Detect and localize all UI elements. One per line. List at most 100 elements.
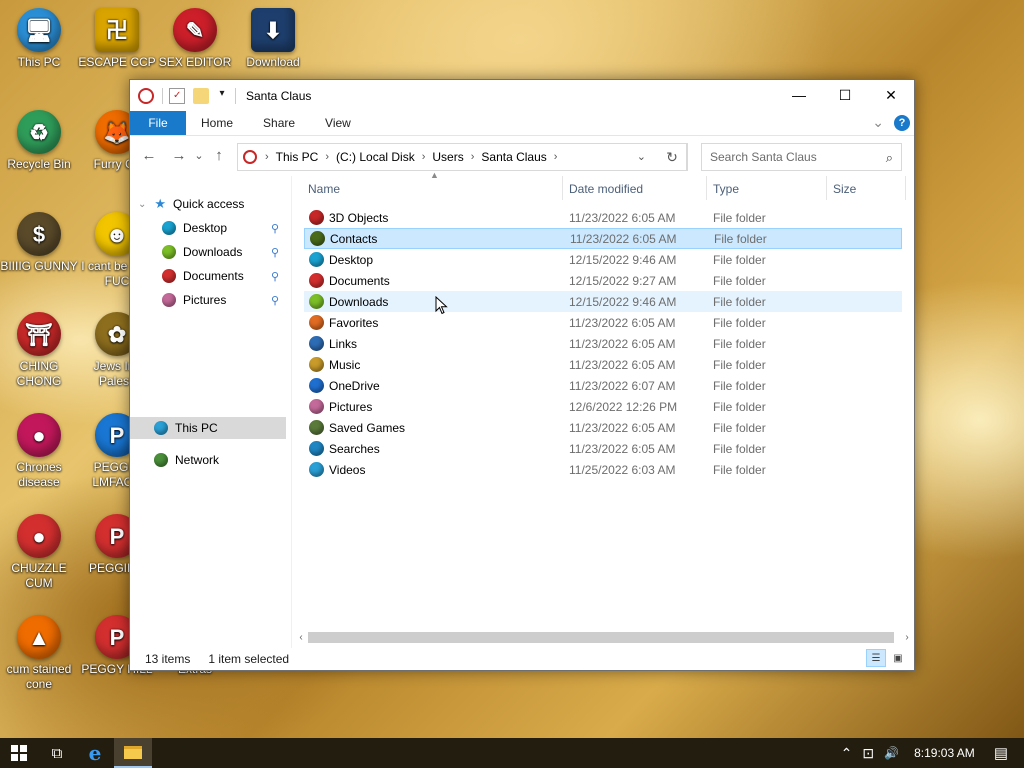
expand-chevron-icon[interactable]: ⌄ bbox=[138, 199, 146, 210]
file-row[interactable]: Videos 11/25/2022 6:03 AM File folder bbox=[304, 459, 902, 480]
desktop-icon[interactable]: $ BIIIIG GUNNY bbox=[0, 212, 78, 274]
folder-icon bbox=[310, 231, 325, 246]
breadcrumb-santa-claus[interactable]: Santa Claus bbox=[476, 150, 551, 164]
file-type: File folder bbox=[713, 252, 766, 267]
close-button[interactable]: ✕ bbox=[868, 80, 914, 110]
file-row[interactable]: Saved Games 11/23/2022 6:05 AM File folder bbox=[304, 417, 902, 438]
breadcrumb-separator-icon[interactable]: › bbox=[263, 151, 271, 163]
column-type[interactable]: Type bbox=[713, 182, 739, 196]
expand-ribbon-chevron-icon[interactable]: ⌄ bbox=[872, 114, 884, 131]
action-center-icon[interactable]: ▤ bbox=[989, 744, 1024, 762]
recent-locations-chevron-icon[interactable]: ⌄ bbox=[192, 143, 206, 169]
breadcrumb-separator-icon[interactable]: › bbox=[420, 151, 428, 163]
folder-icon bbox=[162, 245, 176, 259]
pin-icon[interactable]: ⚲ bbox=[271, 246, 279, 259]
file-row[interactable]: 3D Objects 11/23/2022 6:05 AM File folder bbox=[304, 207, 902, 228]
breadcrumb-separator-icon[interactable]: › bbox=[469, 151, 477, 163]
column-size[interactable]: Size bbox=[833, 182, 856, 196]
file-name: Favorites bbox=[329, 315, 379, 330]
pin-icon[interactable]: ⚲ bbox=[271, 270, 279, 283]
nav-pinned-desktop[interactable]: Desktop ⚲ bbox=[162, 217, 279, 239]
file-row[interactable]: OneDrive 11/23/2022 6:07 AM File folder bbox=[304, 375, 902, 396]
file-row[interactable]: Favorites 11/23/2022 6:05 AM File folder bbox=[304, 312, 902, 333]
maximize-button[interactable]: ☐ bbox=[822, 80, 868, 110]
file-row[interactable]: Searches 11/23/2022 6:05 AM File folder bbox=[304, 438, 902, 459]
breadcrumb-users[interactable]: Users bbox=[427, 150, 468, 164]
file-row[interactable]: Links 11/23/2022 6:05 AM File folder bbox=[304, 333, 902, 354]
file-row[interactable]: Downloads 12/15/2022 9:46 AM File folder bbox=[304, 291, 902, 312]
pin-icon[interactable]: ⚲ bbox=[271, 222, 279, 235]
breadcrumb-separator-icon[interactable]: › bbox=[323, 151, 331, 163]
scroll-track[interactable] bbox=[308, 629, 900, 646]
breadcrumb-separator-icon[interactable]: › bbox=[552, 151, 560, 163]
task-view-button[interactable]: ⧉ bbox=[38, 738, 76, 768]
address-bar[interactable]: › This PC › (C:) Local Disk › Users › Sa… bbox=[237, 143, 687, 171]
folder-app-icon[interactable] bbox=[138, 87, 154, 104]
file-name: OneDrive bbox=[329, 378, 380, 393]
search-icon[interactable]: ⌕ bbox=[886, 150, 893, 166]
up-button[interactable]: ↑ bbox=[206, 143, 232, 169]
properties-icon[interactable]: ✓ bbox=[169, 87, 185, 104]
tab-share[interactable]: Share bbox=[248, 111, 310, 135]
file-list-pane: ▲ Name Date modified Type Size 3D Object… bbox=[300, 170, 914, 648]
scroll-thumb[interactable] bbox=[308, 632, 894, 643]
tab-view[interactable]: View bbox=[310, 111, 366, 135]
large-icons-view-icon[interactable]: ▣ bbox=[888, 649, 908, 667]
address-dropdown-chevron-icon[interactable]: ⌄ bbox=[637, 150, 646, 163]
file-explorer-taskbar-button[interactable] bbox=[114, 738, 152, 768]
desktop-icon[interactable]: ● Chrones disease bbox=[0, 413, 78, 490]
desktop-icon-image: ▲ bbox=[17, 615, 61, 659]
search-input[interactable]: Search Santa Claus ⌕ bbox=[701, 143, 902, 171]
volume-icon[interactable]: 🔊 bbox=[879, 746, 904, 760]
new-folder-icon[interactable] bbox=[193, 87, 209, 104]
desktop-icon[interactable]: 🖥 This PC bbox=[0, 8, 78, 70]
help-icon[interactable]: ? bbox=[894, 114, 910, 131]
refresh-button[interactable]: ↻ bbox=[657, 143, 688, 171]
column-divider[interactable] bbox=[905, 176, 906, 200]
desktop-icon[interactable]: 卍 ESCAPE CCP bbox=[78, 8, 156, 70]
pin-icon[interactable]: ⚲ bbox=[271, 294, 279, 307]
file-row[interactable]: Contacts 11/23/2022 6:05 AM File folder bbox=[304, 228, 902, 249]
details-view-icon[interactable]: ☰ bbox=[866, 649, 886, 667]
nav-pinned-pictures[interactable]: Pictures ⚲ bbox=[162, 289, 279, 311]
scroll-left-icon[interactable]: ‹ bbox=[294, 632, 308, 643]
folder-icon bbox=[309, 462, 324, 477]
column-divider[interactable] bbox=[562, 176, 563, 200]
tab-file[interactable]: File bbox=[130, 111, 186, 135]
scroll-right-icon[interactable]: › bbox=[900, 632, 914, 643]
breadcrumb-this-pc[interactable]: This PC bbox=[271, 150, 324, 164]
edge-button[interactable]: e bbox=[76, 738, 114, 768]
desktop-icon[interactable]: ♻ Recycle Bin bbox=[0, 110, 78, 172]
column-divider[interactable] bbox=[826, 176, 827, 200]
desktop-icon[interactable]: ▲ cum stained cone bbox=[0, 615, 78, 692]
desktop-icon[interactable]: ⛩ CHING CHONG bbox=[0, 312, 78, 389]
forward-button[interactable]: → bbox=[166, 143, 192, 169]
desktop-icon[interactable]: ● CHUZZLE CUM bbox=[0, 514, 78, 591]
nav-pinned-documents[interactable]: Documents ⚲ bbox=[162, 265, 279, 287]
show-hidden-icons-chevron-icon[interactable]: ⌃ bbox=[836, 745, 858, 762]
desktop-icon[interactable]: ✎ SEX EDITOR bbox=[156, 8, 234, 70]
breadcrumb-local-disk[interactable]: (C:) Local Disk bbox=[331, 150, 420, 164]
file-type: File folder bbox=[713, 378, 766, 393]
horizontal-scrollbar[interactable]: ‹ › bbox=[294, 629, 914, 646]
tab-home[interactable]: Home bbox=[186, 111, 248, 135]
customize-qat-chevron-icon[interactable]: ▾ bbox=[217, 88, 227, 104]
nav-quick-access[interactable]: ⌄ ★ Quick access bbox=[138, 193, 244, 215]
minimize-button[interactable]: — bbox=[776, 80, 822, 110]
file-row[interactable]: Desktop 12/15/2022 9:46 AM File folder bbox=[304, 249, 902, 270]
nav-pinned-downloads[interactable]: Downloads ⚲ bbox=[162, 241, 279, 263]
clock[interactable]: 8:19:03 AM bbox=[904, 746, 989, 760]
nav-this-pc[interactable]: This PC bbox=[130, 417, 286, 439]
back-button[interactable]: ← bbox=[136, 143, 162, 169]
network-tray-icon[interactable]: ⊡ bbox=[857, 745, 879, 762]
column-divider[interactable] bbox=[706, 176, 707, 200]
desktop-icon[interactable]: ⬇ Download bbox=[234, 8, 312, 70]
file-row[interactable]: Music 11/23/2022 6:05 AM File folder bbox=[304, 354, 902, 375]
file-row[interactable]: Documents 12/15/2022 9:27 AM File folder bbox=[304, 270, 902, 291]
nav-network[interactable]: Network bbox=[154, 449, 219, 471]
start-button[interactable] bbox=[0, 738, 38, 768]
column-date-modified[interactable]: Date modified bbox=[569, 182, 643, 196]
file-row[interactable]: Pictures 12/6/2022 12:26 PM File folder bbox=[304, 396, 902, 417]
column-name[interactable]: Name bbox=[308, 182, 340, 196]
folder-icon bbox=[162, 269, 176, 283]
